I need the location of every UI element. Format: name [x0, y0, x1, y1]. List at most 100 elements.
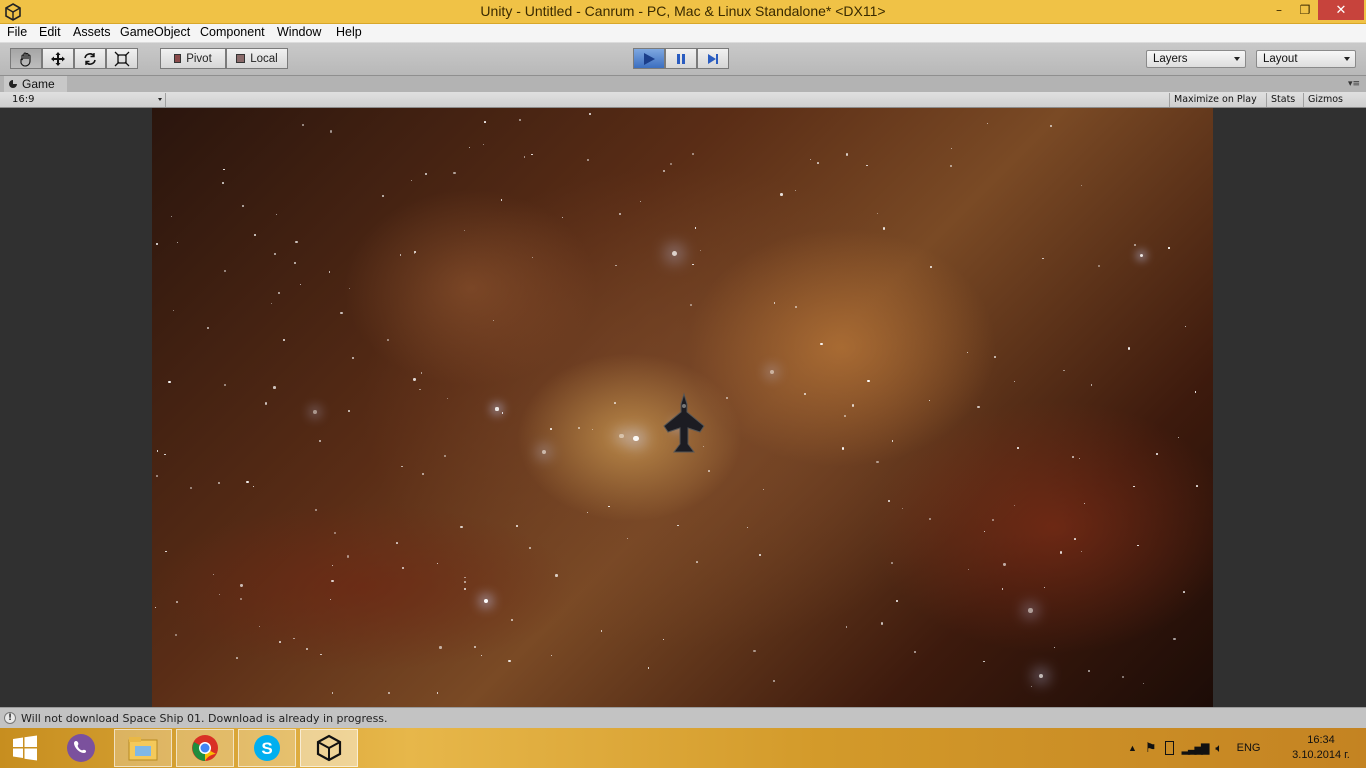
star — [817, 162, 819, 164]
gizmos-toggle[interactable]: Gizmos — [1303, 93, 1355, 107]
star — [772, 680, 775, 683]
taskbar-chrome[interactable] — [176, 729, 234, 767]
star — [820, 343, 823, 346]
viber-icon — [67, 734, 95, 762]
star — [983, 660, 985, 662]
network-signal-icon[interactable]: ▂▃▅▇ — [1182, 742, 1210, 755]
star — [851, 404, 854, 407]
chevron-down-icon — [1234, 57, 1240, 61]
play-button[interactable] — [633, 48, 665, 69]
start-button[interactable] — [0, 729, 50, 767]
star — [1054, 647, 1056, 649]
battery-icon[interactable] — [1164, 741, 1174, 755]
star — [1133, 243, 1136, 246]
star — [206, 326, 209, 329]
star — [401, 465, 403, 468]
star — [1194, 391, 1197, 393]
taskbar-file-explorer[interactable] — [114, 729, 172, 767]
minimize-button[interactable]: – — [1266, 0, 1292, 20]
star — [994, 356, 997, 359]
maximize-button[interactable]: ❐ — [1292, 0, 1318, 20]
star — [176, 242, 178, 244]
close-button[interactable]: ✕ — [1318, 0, 1364, 20]
star — [318, 440, 321, 443]
layout-dropdown[interactable]: Layout — [1256, 50, 1356, 68]
maximize-on-play-toggle[interactable]: Maximize on Play — [1169, 93, 1261, 107]
star — [949, 164, 953, 168]
pivot-toggle[interactable]: Pivot — [160, 48, 226, 69]
tab-game[interactable]: Game — [4, 76, 67, 92]
star — [1133, 485, 1135, 488]
star — [614, 401, 616, 404]
stats-toggle[interactable]: Stats — [1266, 93, 1299, 107]
taskbar-unity[interactable] — [300, 729, 358, 767]
menu-file[interactable]: File — [7, 25, 27, 39]
tab-menu-icon[interactable]: ▾≡ — [1348, 79, 1360, 89]
hand-tool-button[interactable] — [10, 48, 42, 69]
chevron-down-icon — [158, 98, 162, 101]
star — [155, 242, 158, 245]
star — [516, 525, 518, 527]
star — [987, 122, 989, 124]
spaceship-sprite — [663, 392, 705, 453]
star — [984, 530, 986, 533]
step-button[interactable] — [697, 48, 729, 69]
move-tool-button[interactable] — [42, 48, 74, 69]
play-icon — [644, 52, 655, 65]
star — [677, 524, 679, 527]
star — [531, 153, 533, 156]
menu-edit[interactable]: Edit — [39, 25, 61, 39]
game-viewport[interactable] — [0, 108, 1366, 707]
star — [218, 481, 221, 484]
menu-gameobject[interactable]: GameObject — [120, 25, 190, 39]
volume-icon[interactable]: 🔈︎ — [1215, 741, 1222, 756]
star — [1196, 484, 1199, 487]
star — [1030, 685, 1032, 687]
star — [1016, 447, 1019, 449]
menu-assets[interactable]: Assets — [73, 25, 111, 39]
menu-help[interactable]: Help — [336, 25, 362, 39]
star — [493, 319, 495, 322]
layers-dropdown[interactable]: Layers — [1146, 50, 1246, 68]
star — [223, 269, 226, 272]
star — [1122, 675, 1125, 679]
star — [1013, 504, 1015, 506]
star — [346, 555, 350, 558]
star — [171, 216, 173, 218]
star — [600, 630, 603, 632]
local-toggle[interactable]: Local — [226, 48, 288, 69]
aspect-ratio-dropdown[interactable]: 16:9 — [6, 93, 166, 107]
star — [351, 356, 355, 360]
star — [1080, 550, 1083, 553]
show-hidden-icons-icon[interactable]: ▲ — [1128, 743, 1137, 753]
clock[interactable]: 16:34 3.10.2014 г. — [1286, 733, 1356, 763]
menu-window[interactable]: Window — [277, 25, 321, 39]
action-center-flag-icon[interactable]: ⚑ — [1145, 740, 1157, 756]
star — [306, 647, 309, 650]
star — [759, 553, 762, 556]
taskbar-viber[interactable] — [52, 729, 110, 767]
menu-component[interactable]: Component — [200, 25, 265, 39]
input-language[interactable]: ENG — [1237, 742, 1261, 754]
star — [519, 118, 522, 122]
game-tab-row: Game ▾≡ — [0, 76, 1366, 92]
star — [483, 599, 488, 604]
taskbar-skype[interactable]: S — [238, 729, 296, 767]
rotate-tool-button[interactable] — [74, 48, 106, 69]
info-icon: ! — [4, 712, 16, 724]
star — [753, 649, 756, 652]
star — [272, 386, 276, 389]
star — [591, 429, 593, 431]
star — [586, 511, 588, 513]
star — [1184, 325, 1187, 328]
star — [991, 518, 994, 521]
scale-tool-button[interactable] — [106, 48, 138, 69]
pause-button[interactable] — [665, 48, 697, 69]
star — [662, 169, 666, 173]
star — [241, 204, 244, 207]
star — [615, 264, 618, 267]
window-title-bar: Unity - Untitled - Canrum - PC, Mac & Li… — [0, 0, 1366, 24]
star — [640, 200, 642, 202]
star — [446, 397, 449, 399]
star — [589, 113, 592, 115]
